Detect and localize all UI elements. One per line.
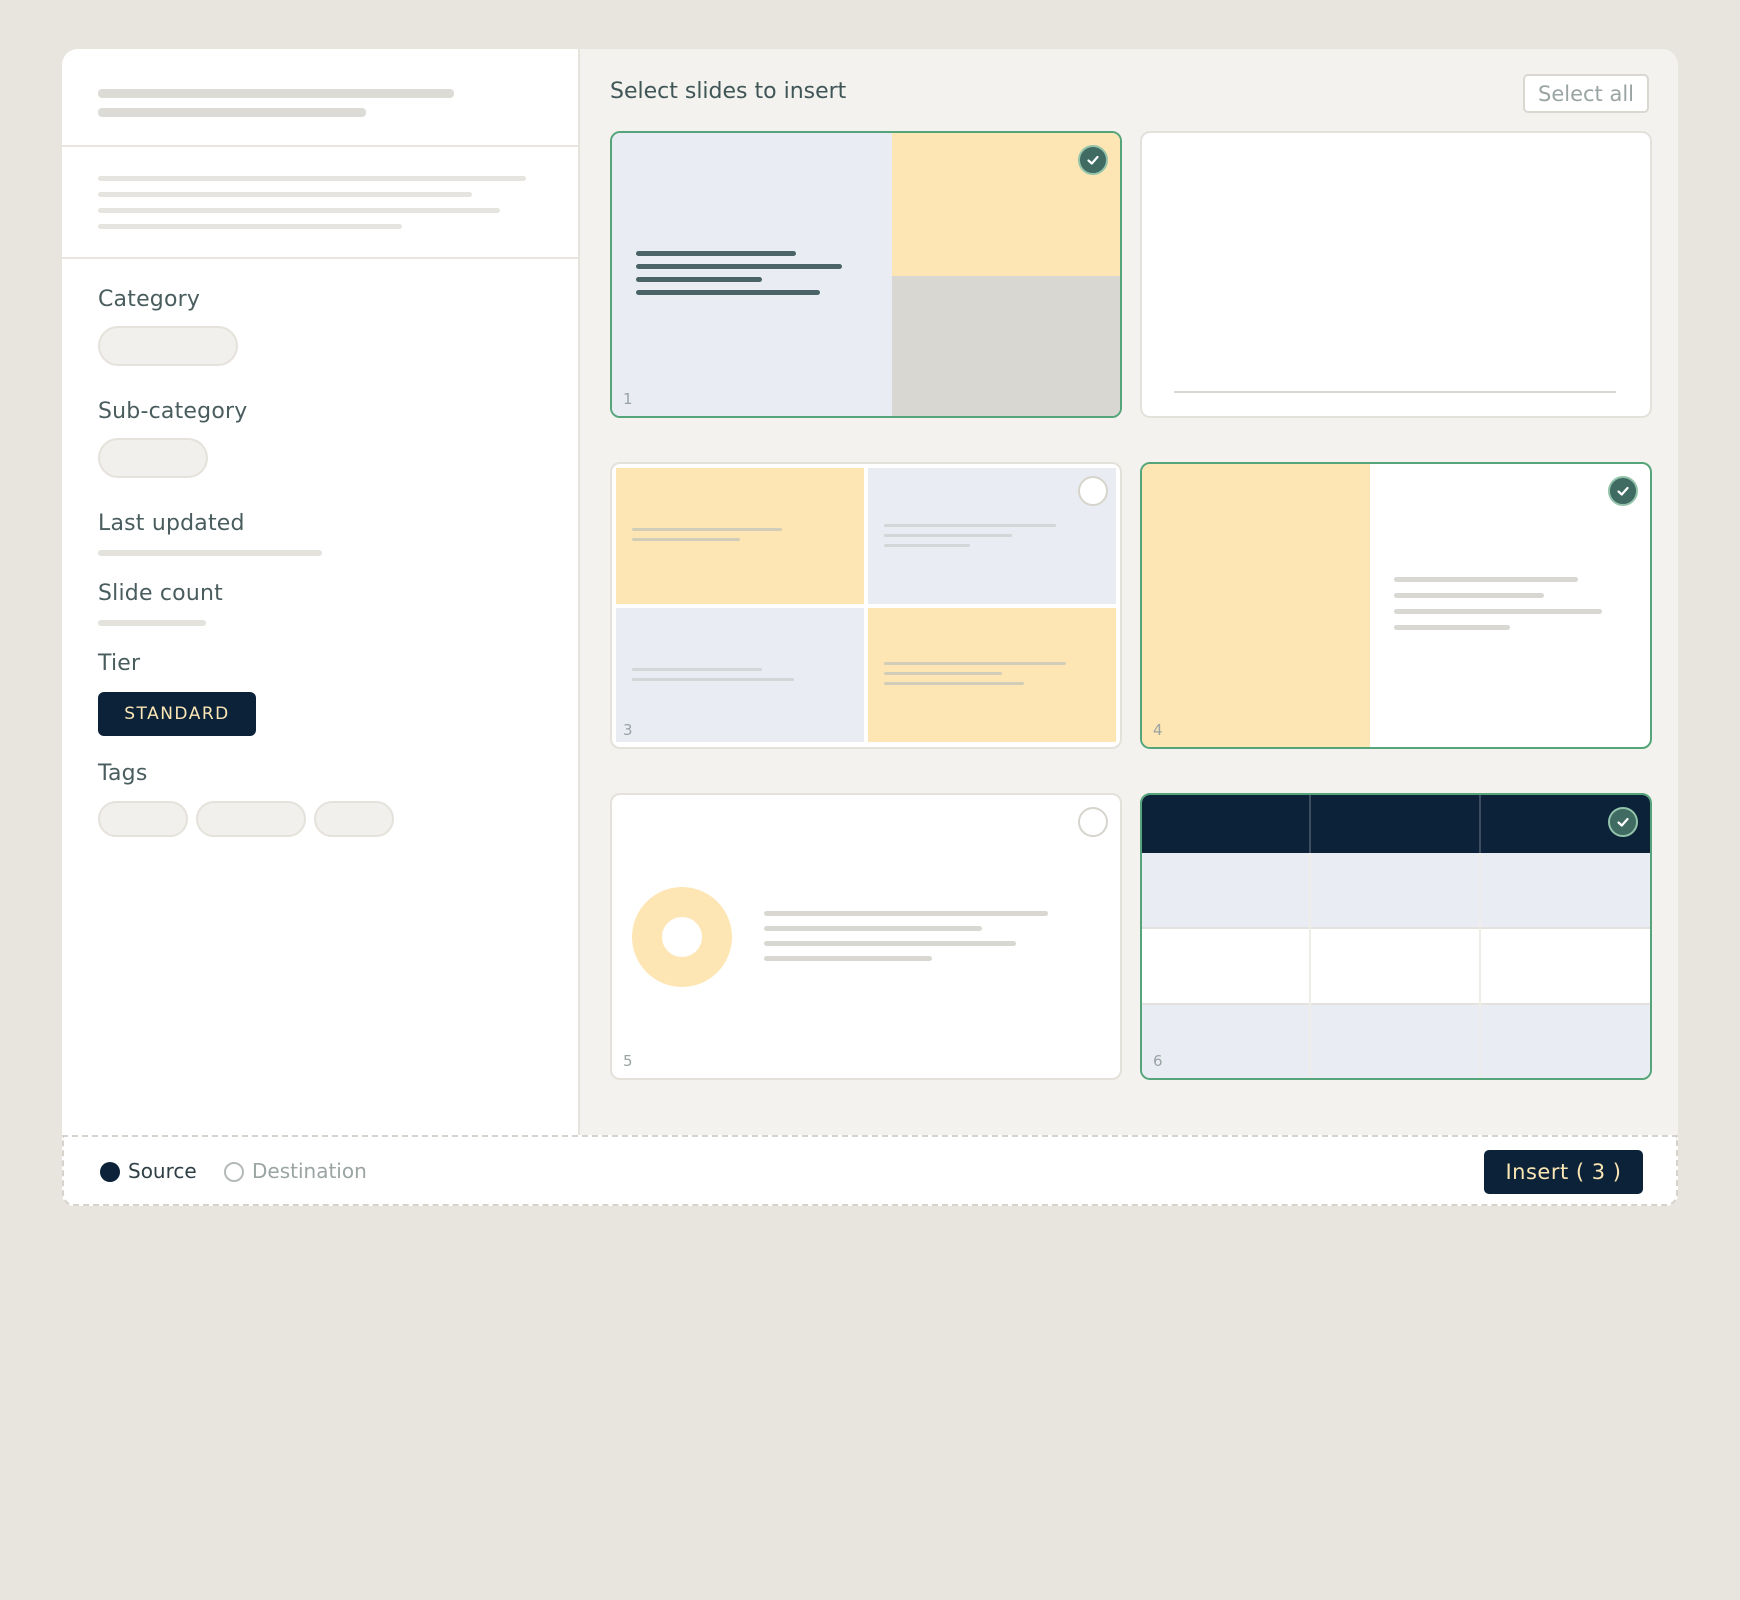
donut-chart-thumb — [632, 887, 732, 987]
tag-pill — [98, 801, 188, 837]
tags-label: Tags — [98, 761, 148, 786]
slide-number: 5 — [623, 1052, 633, 1070]
dialog-body: Category Sub-category Last updated Slide… — [62, 49, 1678, 1135]
check-icon[interactable] — [1078, 145, 1108, 175]
slide-number: 1 — [623, 390, 633, 408]
insert-slides-dialog: Category Sub-category Last updated Slide… — [62, 49, 1678, 1206]
tag-pill — [196, 801, 306, 837]
panel-title: Select slides to insert — [610, 79, 847, 104]
radio-icon-destination[interactable] — [224, 1162, 244, 1182]
details-panel: Category Sub-category Last updated Slide… — [62, 49, 580, 1135]
subtitle-placeholder — [98, 108, 366, 117]
table-column-divider — [1309, 853, 1311, 1078]
description-line — [98, 224, 402, 229]
header-divider — [62, 145, 580, 147]
slide-text-line — [884, 534, 1012, 537]
destination-option-label[interactable]: Destination — [252, 1159, 367, 1183]
slide-text-line — [636, 277, 762, 282]
slide-text-line — [1394, 609, 1602, 614]
slide-text-line — [1394, 593, 1544, 598]
slide-text-line — [884, 544, 970, 547]
slide-text-line — [764, 956, 932, 961]
last-updated-label: Last updated — [98, 511, 245, 536]
check-icon[interactable] — [1078, 807, 1108, 837]
description-line — [98, 208, 500, 213]
slide-text-line — [884, 662, 1066, 665]
slide-card-5[interactable]: 5 — [610, 793, 1122, 1080]
slide-text-line — [632, 528, 782, 531]
table-row — [1142, 929, 1650, 1003]
slide-text-line — [636, 264, 842, 269]
table-header-row — [1142, 795, 1650, 853]
dialog-footer: Source Destination Insert ( 3 ) — [62, 1135, 1678, 1206]
tag-pill — [314, 801, 394, 837]
title-placeholder — [98, 89, 454, 98]
tier-label: Tier — [98, 651, 141, 676]
table-row — [1142, 1005, 1650, 1078]
slide-count-label: Slide count — [98, 581, 223, 606]
table-row — [1142, 853, 1650, 927]
subcategory-pill — [98, 438, 208, 478]
slide-text-line — [1394, 577, 1578, 582]
slide-card-4[interactable]: 4 — [1140, 462, 1652, 749]
slide-number: 4 — [1153, 721, 1163, 739]
slide-quadrant — [868, 608, 1116, 742]
last-updated-value — [98, 550, 322, 556]
subcategory-label: Sub-category — [98, 399, 248, 424]
check-icon[interactable] — [1608, 476, 1638, 506]
slides-panel: Select slides to insert Select all 1 3 4… — [580, 49, 1678, 1135]
category-label: Category — [98, 287, 201, 312]
table-column-divider — [1309, 795, 1311, 853]
slide-text-line — [764, 941, 1016, 946]
slide-card-2[interactable] — [1140, 131, 1652, 418]
slide-thumb-image — [892, 276, 1120, 416]
slide-count-value — [98, 620, 206, 626]
slide-text-line — [764, 911, 1048, 916]
slide-text-line — [764, 926, 982, 931]
slide-number: 6 — [1153, 1052, 1163, 1070]
select-all-button[interactable]: Select all — [1523, 74, 1649, 113]
slide-text-line — [1394, 625, 1510, 630]
slide-card-3[interactable]: 3 — [610, 462, 1122, 749]
slide-number: 3 — [623, 721, 633, 739]
slide-quadrant — [616, 608, 864, 742]
slide-text-line — [636, 290, 820, 295]
slide-card-1[interactable]: 1 — [610, 131, 1122, 418]
slide-text-line — [884, 524, 1056, 527]
insert-button[interactable]: Insert ( 3 ) — [1484, 1150, 1643, 1194]
description-line — [98, 192, 472, 197]
slide-thumb-image — [1142, 464, 1370, 747]
description-divider — [62, 257, 580, 259]
slide-quadrant — [616, 468, 864, 604]
table-column-divider — [1479, 853, 1481, 1078]
slide-text-line — [884, 672, 1002, 675]
check-icon[interactable] — [1608, 807, 1638, 837]
slide-thumb-panel — [612, 133, 892, 416]
radio-icon-source[interactable] — [100, 1162, 120, 1182]
description-line — [98, 176, 526, 181]
source-option-label[interactable]: Source — [128, 1159, 197, 1183]
slide-text-line — [884, 682, 1024, 685]
slide-card-6[interactable]: 6 — [1140, 793, 1652, 1080]
category-pill — [98, 326, 238, 366]
slide-text-line — [632, 538, 740, 541]
tier-badge: STANDARD — [98, 692, 256, 736]
table-column-divider — [1479, 795, 1481, 853]
slide-text-line — [632, 678, 794, 681]
slide-text-line — [636, 251, 796, 256]
check-icon[interactable] — [1078, 476, 1108, 506]
slide-text-line — [632, 668, 762, 671]
slide-baseline — [1174, 391, 1616, 393]
